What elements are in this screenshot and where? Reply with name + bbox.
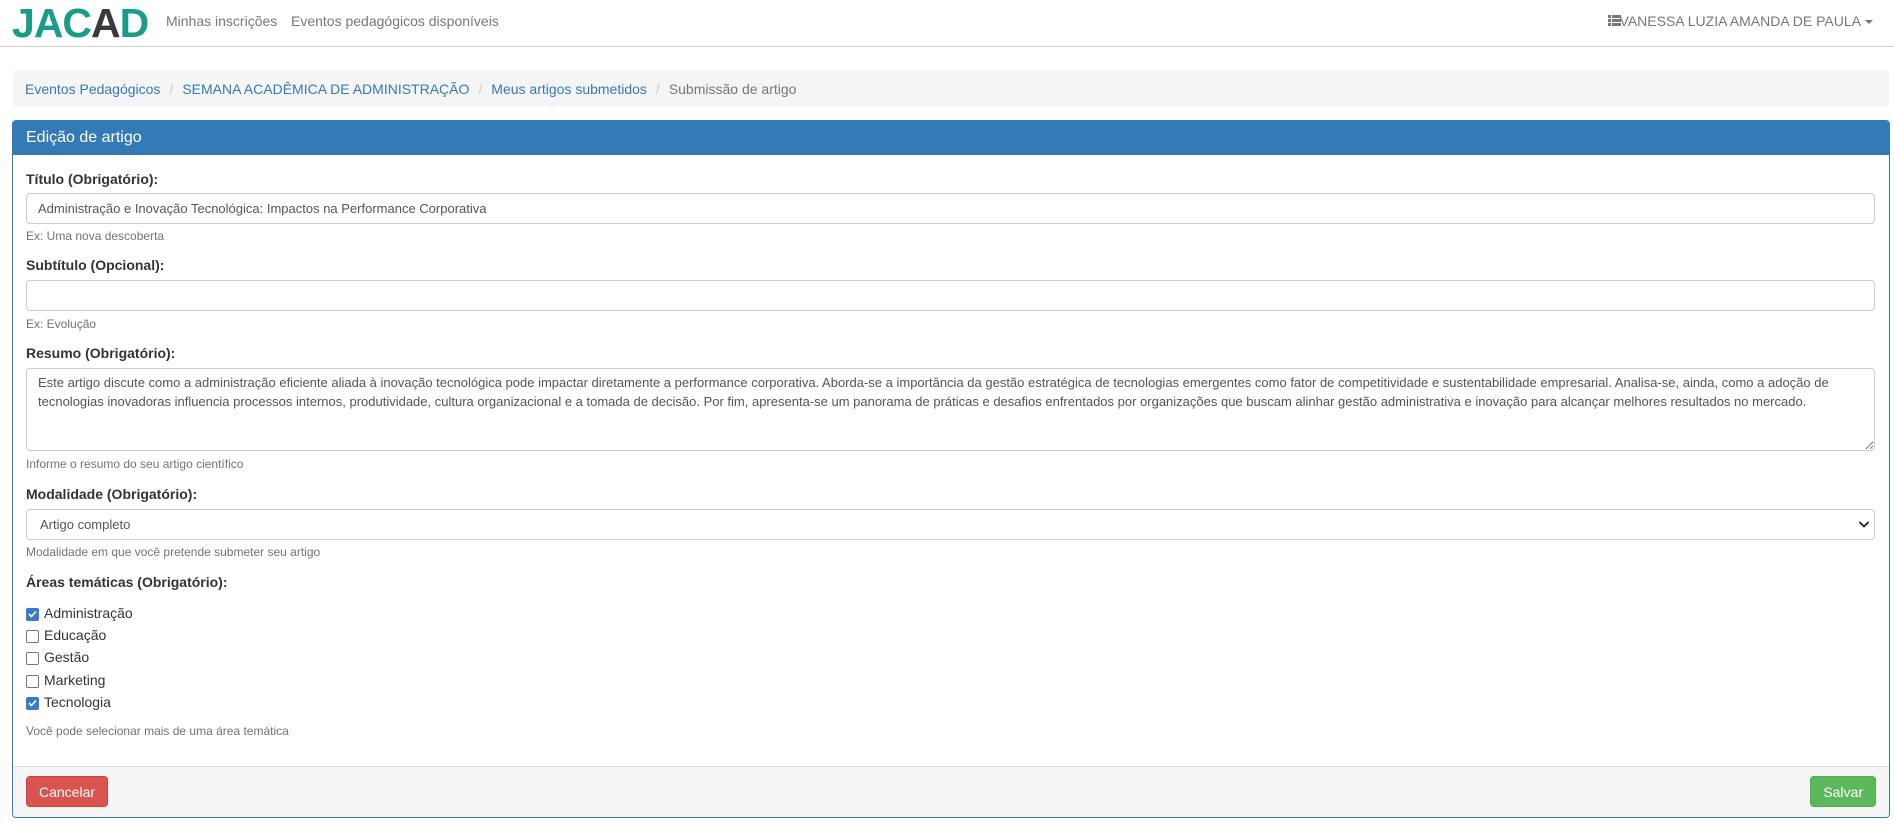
breadcrumb-eventos-pedagogicos[interactable]: Eventos Pedagógicos bbox=[25, 81, 160, 97]
area-option-gestao[interactable]: Gestão bbox=[26, 649, 89, 665]
breadcrumb-separator: / bbox=[655, 80, 660, 97]
areas-help: Você pode selecionar mais de uma área te… bbox=[26, 724, 289, 738]
nav-link-minhas-inscricoes[interactable]: Minhas inscrições bbox=[166, 13, 277, 29]
user-menu[interactable]: VANESSA LUZIA AMANDA DE PAULA bbox=[1620, 13, 1873, 29]
modality-label: Modalidade (Obrigatório): bbox=[26, 486, 198, 502]
areas-label: Áreas temáticas (Obrigatório): bbox=[26, 574, 228, 590]
panel-heading: Edição de artigo bbox=[13, 121, 1889, 155]
area-option-tecnologia[interactable]: Tecnologia bbox=[26, 694, 111, 710]
title-help: Ex: Uma nova descoberta bbox=[26, 229, 165, 243]
checkbox[interactable] bbox=[26, 674, 39, 688]
jacad-logo[interactable]: JACAD bbox=[12, 0, 149, 46]
area-option-label: Marketing bbox=[44, 672, 106, 688]
title-input[interactable] bbox=[26, 193, 1875, 224]
breadcrumb-separator: / bbox=[478, 80, 483, 97]
checkbox[interactable] bbox=[26, 651, 39, 665]
modality-select[interactable]: Artigo completo bbox=[26, 509, 1875, 540]
area-option-label: Educação bbox=[44, 627, 107, 643]
breadcrumb: Eventos Pedagógicos / SEMANA ACADÊMICA D… bbox=[13, 70, 1889, 107]
article-edit-panel: Edição de artigo Título (Obrigatório): E… bbox=[12, 120, 1890, 818]
top-navbar: JACAD Minhas inscrições Eventos pedagógi… bbox=[0, 0, 1894, 47]
abstract-textarea[interactable]: Este artigo discute como a administração… bbox=[26, 368, 1875, 451]
abstract-help: Informe o resumo do seu artigo científic… bbox=[26, 457, 244, 471]
checkbox[interactable] bbox=[26, 629, 39, 643]
panel-footer: Cancelar Salvar bbox=[13, 766, 1889, 817]
subtitle-input[interactable] bbox=[26, 280, 1875, 311]
modality-selected-value: Artigo completo bbox=[40, 517, 131, 532]
area-option-marketing[interactable]: Marketing bbox=[26, 672, 105, 688]
save-button[interactable]: Salvar bbox=[1810, 776, 1876, 807]
checkbox[interactable] bbox=[26, 607, 39, 621]
modality-help: Modalidade em que você pretende submeter… bbox=[26, 545, 321, 559]
cancel-button[interactable]: Cancelar bbox=[26, 776, 109, 807]
subtitle-label: Subtítulo (Opcional): bbox=[26, 257, 165, 273]
nav-link-eventos-disponiveis[interactable]: Eventos pedagógicos disponíveis bbox=[291, 13, 499, 29]
breadcrumb-current: Submissão de artigo bbox=[668, 80, 797, 97]
checkbox[interactable] bbox=[26, 696, 39, 710]
user-name: VANESSA LUZIA AMANDA DE PAULA bbox=[1619, 13, 1861, 29]
breadcrumb-separator: / bbox=[169, 80, 174, 97]
breadcrumb-meus-artigos[interactable]: Meus artigos submetidos bbox=[491, 81, 647, 97]
area-option-label: Gestão bbox=[44, 649, 90, 665]
area-option-educacao[interactable]: Educação bbox=[26, 627, 106, 643]
area-option-label: Tecnologia bbox=[44, 694, 111, 710]
title-label: Título (Obrigatório): bbox=[26, 171, 159, 187]
area-option-label: Administração bbox=[44, 605, 133, 621]
subtitle-help: Ex: Evolução bbox=[26, 317, 97, 331]
caret-down-icon bbox=[1865, 20, 1873, 25]
chevron-down-icon bbox=[1858, 521, 1870, 528]
area-option-administracao[interactable]: Administração bbox=[26, 605, 133, 621]
abstract-label: Resumo (Obrigatório): bbox=[26, 345, 176, 361]
breadcrumb-semana-academica[interactable]: SEMANA ACADÊMICA DE ADMINISTRAÇÃO bbox=[182, 81, 469, 97]
